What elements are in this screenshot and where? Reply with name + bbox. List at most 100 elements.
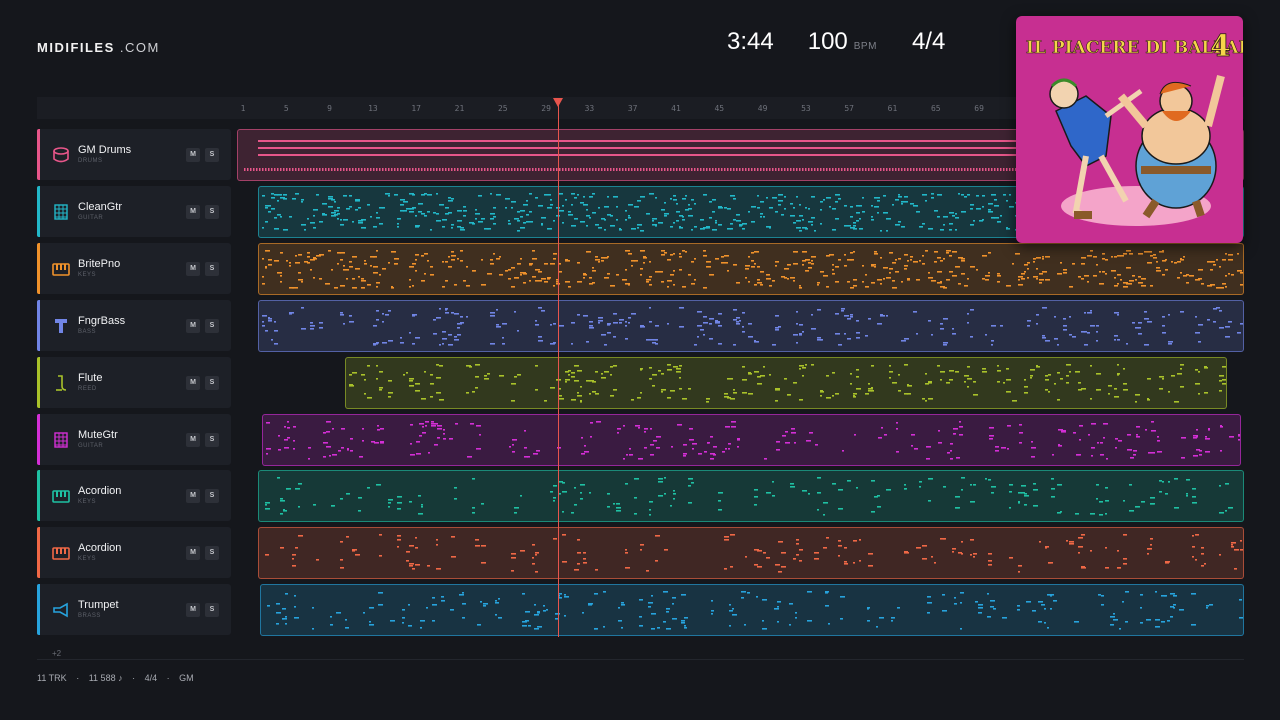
track-name: FngrBass [78,314,126,327]
ruler-tick: 29 [541,104,551,113]
track-category: GUITAR [78,214,104,221]
track-lane[interactable] [258,527,1244,580]
track-header[interactable]: MuteGtr GUITAR M S [37,413,231,465]
footer-divider [37,659,1244,660]
track-category: BRASS [78,613,101,620]
track-color-bar [37,129,40,180]
midi-notes [265,477,1233,516]
solo-button[interactable]: S [205,261,219,276]
track-header[interactable]: BritePno KEYS M S [37,242,231,294]
solo-button[interactable]: S [205,148,219,162]
track-lane[interactable] [258,242,1244,295]
ruler-tick: 57 [844,104,855,113]
album-cover: IL PIACERE DI BALLARE 4 [1016,16,1243,243]
ruler-tick: 65 [930,104,941,113]
ruler-tick: 69 [974,104,984,113]
track-header[interactable]: FngrBass BASS M S [37,299,231,351]
track-lane[interactable] [345,356,1227,409]
track-category: DRUMS [78,158,103,164]
mute-button[interactable]: M [186,375,200,390]
piano-keys-icon [52,490,70,504]
track-count: 11 TRK [37,673,67,683]
solo-button[interactable]: S [205,204,219,219]
track-color-bar [37,413,40,465]
ruler-tick: 53 [801,104,811,113]
ruler-tick: 33 [584,104,595,113]
ruler-tick: 45 [714,104,725,113]
tempo-unit: BPM [853,41,877,52]
ruler-tick: 1 [240,104,246,113]
midi-notes [262,249,1243,289]
track-name: MuteGtr [78,428,118,441]
track-color-bar [37,584,40,636]
mute-button[interactable]: M [186,432,200,447]
midi-notes [267,591,1243,630]
note-count: 11 588 ♪ [88,673,123,683]
solo-button[interactable]: S [205,546,219,561]
midi-notes [265,534,1243,573]
trumpet-icon [53,602,68,618]
track-name: Trumpet [78,599,119,612]
mute-button[interactable]: M [186,261,200,276]
ruler-tick: 13 [368,104,378,113]
more-tracks-indicator[interactable]: +2 [52,649,61,658]
mute-button[interactable]: M [186,204,200,219]
track-name: GM Drums [78,144,132,156]
track-color-bar [37,185,40,237]
bass-icon [55,318,67,333]
track-category: REED [78,385,97,392]
ruler-tick: 49 [757,104,768,113]
track-name: CleanGtr [78,200,123,213]
flute-icon [56,374,67,391]
track-header[interactable]: GM Drums DRUMS M S [37,129,231,180]
track-color-bar [37,356,40,408]
track-header[interactable]: Acordion KEYS M S [37,470,231,522]
track-name: Acordion [78,485,122,498]
transport-display: 3:44 100 BPM 4/4 [727,28,945,58]
playhead[interactable] [558,104,559,637]
track-category: GUITAR [78,442,104,449]
album-number: 4 [1210,29,1231,64]
track-name: Acordion [78,542,122,555]
ruler-tick: 61 [887,104,898,113]
midi-standard: GM [179,673,194,683]
ruler-tick: 5 [283,104,289,113]
track-lane[interactable] [262,413,1241,466]
track-header[interactable]: Acordion KEYS M S [37,527,231,579]
solo-button[interactable]: S [205,603,219,618]
footer-summary: 11 TRK · 11 588 ♪ · 4/4 · GM [37,673,194,683]
guitar-fretboard-icon [54,204,68,220]
track-lane[interactable] [258,470,1244,523]
ruler-tick: 37 [627,104,638,113]
mute-button[interactable]: M [186,148,200,162]
solo-button[interactable]: S [205,432,219,447]
track-lane[interactable] [260,584,1244,637]
ruler-tick: 17 [411,104,422,113]
guitar-fretboard-icon [54,431,68,448]
ruler-tick: 25 [497,104,508,113]
track-color-bar [37,470,40,522]
time-readout: 3:44 [727,28,774,55]
solo-button[interactable]: S [205,318,219,333]
track-lane[interactable] [258,299,1244,352]
ruler-tick: 41 [671,104,681,113]
footer-signature: 4/4 [144,673,158,683]
drum-icon [53,147,69,163]
time-signature-readout: 4/4 [911,28,946,55]
mute-button[interactable]: M [186,603,200,618]
mute-button[interactable]: M [186,489,200,504]
mute-button[interactable]: M [186,546,200,561]
track-category: KEYS [78,271,97,278]
midi-notes [262,306,1243,346]
solo-button[interactable]: S [205,375,219,390]
solo-button[interactable]: S [205,489,219,504]
mute-button[interactable]: M [186,318,200,333]
piano-keys-icon [52,262,70,276]
track-header[interactable]: CleanGtr GUITAR M S [37,185,231,237]
tempo-readout: 100 [807,28,848,55]
brand-logo: MIDIFILES .COM [37,40,160,55]
track-header[interactable]: Flute REED M S [37,356,231,408]
midi-notes [349,363,1226,403]
album-artwork: IL PIACERE DI BALLARE 4 [1016,16,1243,243]
track-header[interactable]: Trumpet BRASS M S [37,584,231,636]
